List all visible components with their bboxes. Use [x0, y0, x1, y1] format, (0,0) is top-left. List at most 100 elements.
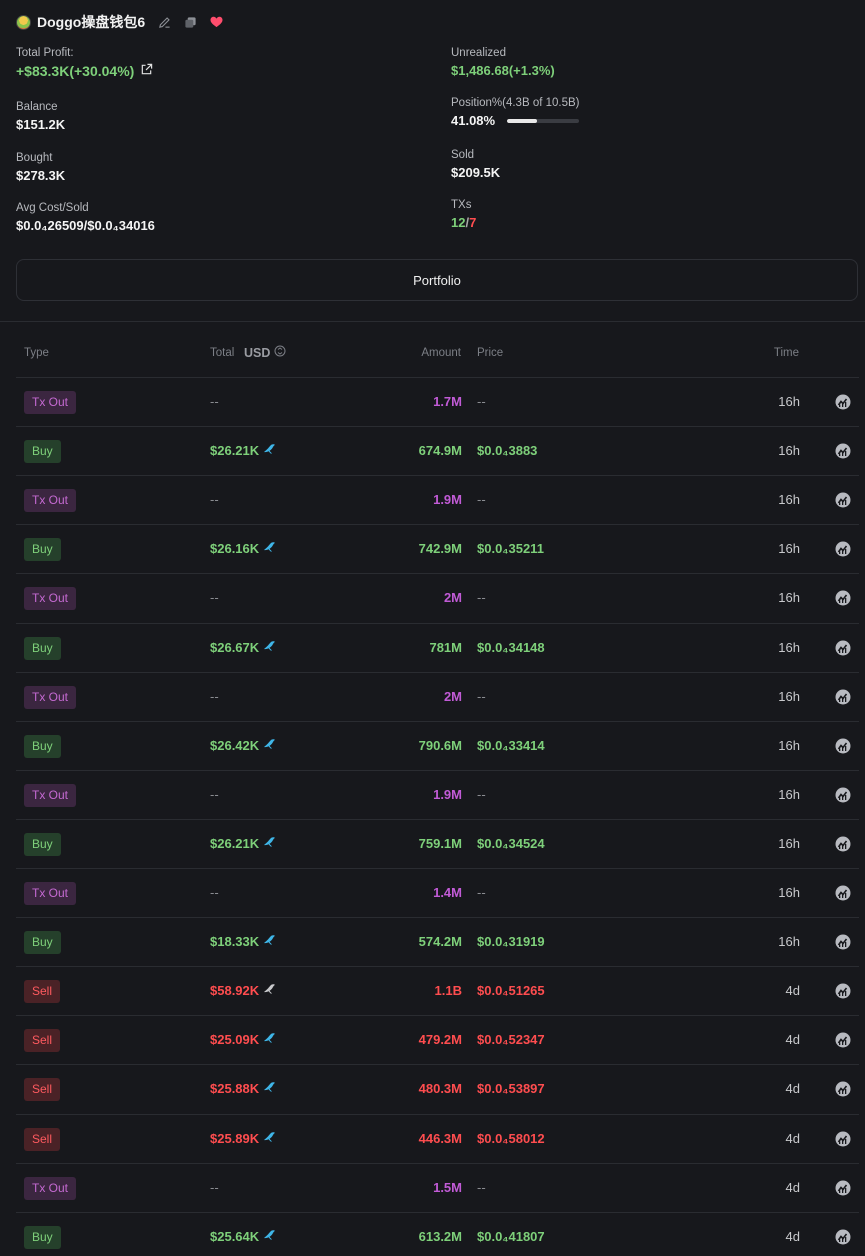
chart-icon[interactable] [835, 787, 851, 803]
chart-icon[interactable] [835, 640, 851, 656]
total-value: -- [210, 688, 219, 704]
bought-value: $278.3K [16, 168, 66, 183]
col-header-amount: Amount [421, 347, 461, 359]
total-value: -- [210, 492, 219, 508]
amount-cell: 1.5M [433, 1179, 462, 1195]
total-value: -- [210, 1179, 219, 1195]
amount-cell: 759.1M [418, 835, 462, 851]
type-badge: Tx Out [24, 882, 77, 905]
total-cell: $26.16K [210, 541, 276, 556]
total-cell: $25.64K [210, 1229, 276, 1244]
chart-icon[interactable] [835, 885, 851, 901]
price-cell: $0.0₄53897 [477, 1081, 545, 1097]
price-cell: -- [477, 1179, 486, 1195]
chart-icon[interactable] [835, 934, 851, 950]
txs-buys-count: 12 [451, 215, 466, 230]
amount-cell: 1.9M [433, 492, 462, 508]
chart-icon[interactable] [835, 443, 851, 459]
usd-toggle[interactable]: USD [244, 345, 286, 360]
total-value: $26.21K [210, 835, 260, 851]
table-row: Buy $26.42K 790.6M $0.0₄33414 16h [16, 720, 859, 770]
amount-cell: 2M [443, 590, 462, 606]
total-value: $26.21K [210, 443, 260, 459]
chart-icon[interactable] [835, 1180, 851, 1196]
table-row: Buy $26.16K 742.9M $0.0₄35211 16h [16, 524, 859, 573]
time-cell: 16h [778, 443, 800, 459]
chart-icon[interactable] [835, 590, 851, 606]
total-value: $26.67K [210, 639, 260, 655]
type-badge: Buy [24, 734, 61, 758]
chart-icon[interactable] [835, 836, 851, 852]
total-cell: $26.42K [210, 738, 276, 753]
txs-sells-count: 7 [469, 215, 477, 230]
type-badge: Tx Out [24, 685, 77, 709]
amount-cell: 1.9M [433, 786, 462, 802]
time-cell: 16h [778, 541, 800, 557]
fish-icon [262, 640, 276, 655]
amount-cell: 480.3M [418, 1081, 462, 1097]
time-cell: 16h [778, 737, 800, 753]
chart-icon[interactable] [835, 1229, 851, 1245]
table-row: Sell $58.92K 1.1B $0.0₄51265 4d [16, 966, 859, 1015]
table-row: Sell $25.09K 479.2M $0.0₄52347 4d [16, 1015, 859, 1064]
wallet-name: Doggo操盘钱包6 [37, 14, 146, 30]
stat-label: Avg Cost/Sold [16, 202, 89, 214]
type-badge: Sell [24, 1078, 61, 1102]
table-row: Sell $25.89K 446.3M $0.0₄58012 4d [16, 1113, 859, 1163]
external-link-icon[interactable] [140, 63, 153, 79]
chart-icon[interactable] [835, 492, 851, 508]
price-cell: $0.0₄34148 [477, 639, 545, 655]
price-cell: $0.0₄35211 [477, 541, 544, 557]
table-row: Buy $26.67K 781M $0.0₄34148 16h [16, 622, 859, 672]
total-cell: $25.89K [210, 1131, 276, 1146]
edit-icon[interactable] [157, 15, 171, 29]
type-badge: Buy [24, 538, 61, 562]
amount-cell: 742.9M [418, 541, 462, 557]
col-header-time: Time [773, 347, 799, 359]
position-progress-bar [507, 118, 580, 123]
time-cell: 4d [785, 1032, 800, 1048]
amount-cell: 613.2M [418, 1228, 462, 1244]
table-row: Tx Out -- 1.9M -- 16h [16, 475, 859, 524]
chart-icon[interactable] [835, 394, 851, 410]
time-cell: 4d [785, 1081, 800, 1097]
price-cell: $0.0₄3883 [477, 443, 538, 459]
chart-icon[interactable] [835, 1081, 851, 1097]
usd-toggle-label: USD [244, 345, 271, 360]
amount-cell: 1.7M [433, 394, 462, 409]
type-badge: Tx Out [24, 587, 77, 611]
stat-balance: Balance $151.2K [16, 101, 65, 132]
heart-icon[interactable] [209, 15, 223, 29]
chart-icon[interactable] [835, 1032, 851, 1048]
total-cell: -- [210, 689, 219, 704]
copy-icon[interactable] [183, 15, 197, 29]
total-value: $25.89K [210, 1130, 260, 1146]
sold-value: $209.5K [451, 165, 501, 180]
type-badge: Sell [24, 1029, 61, 1053]
total-value: $25.64K [210, 1228, 260, 1244]
table-row: Tx Out -- 1.7M -- 16h [16, 377, 859, 426]
chart-icon[interactable] [835, 983, 851, 999]
time-cell: 16h [778, 885, 800, 900]
price-cell: $0.0₄52347 [477, 1032, 545, 1048]
amount-cell: 1.4M [433, 885, 462, 900]
total-cell: $26.21K [210, 836, 276, 851]
total-cell: -- [210, 885, 219, 900]
amount-cell: 1.1B [434, 983, 462, 999]
table-row: Sell $25.88K 480.3M $0.0₄53897 4d [16, 1064, 859, 1113]
price-cell: $0.0₄41807 [477, 1228, 545, 1244]
stat-label: Position%(4.3B of 10.5B) [451, 97, 580, 109]
total-value: $18.33K [210, 934, 260, 950]
balance-value: $151.2K [16, 117, 66, 132]
table-row: Tx Out -- 1.4M -- 16h [16, 868, 859, 917]
chart-icon[interactable] [835, 689, 851, 705]
chart-icon[interactable] [835, 738, 851, 754]
table-row: Tx Out -- 2M -- 16h [16, 573, 859, 622]
price-cell: $0.0₄51265 [477, 983, 545, 999]
chart-icon[interactable] [835, 1131, 851, 1147]
fish-icon [262, 934, 276, 949]
stat-label: Sold [451, 149, 475, 161]
type-badge: Buy [24, 1225, 61, 1249]
portfolio-button[interactable]: Portfolio [16, 259, 858, 301]
chart-icon[interactable] [835, 541, 851, 557]
